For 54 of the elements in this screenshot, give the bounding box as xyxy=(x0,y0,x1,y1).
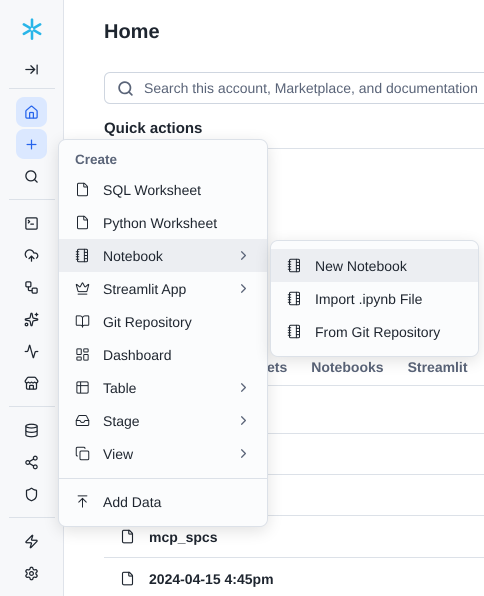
menu-item[interactable]: Dashboard xyxy=(59,338,267,371)
menu-item[interactable]: Import .ipynb File xyxy=(271,282,478,315)
home-icon xyxy=(24,104,39,120)
zap-icon xyxy=(24,534,39,548)
tab[interactable]: ets xyxy=(267,359,288,375)
table-icon xyxy=(75,380,90,395)
file-icon xyxy=(75,182,90,197)
dashboard-icon xyxy=(75,347,90,362)
flow-icon xyxy=(24,280,39,294)
file-icon xyxy=(75,215,90,230)
menu-item[interactable]: View xyxy=(59,437,267,470)
copy-icon xyxy=(75,446,90,461)
file-icon xyxy=(120,571,135,586)
search-icon xyxy=(117,80,134,96)
notebook-icon xyxy=(75,248,90,263)
notebook-icon xyxy=(287,258,302,273)
menu-item[interactable]: Streamlit App xyxy=(59,272,267,305)
share-icon xyxy=(24,454,39,470)
cloud-upload-icon xyxy=(24,248,39,262)
file-icon xyxy=(120,529,135,544)
book-icon xyxy=(75,314,90,329)
tray-icon xyxy=(75,413,90,428)
collapse-icon xyxy=(24,62,39,77)
menu-item[interactable]: Stage xyxy=(59,404,267,437)
tab[interactable]: Notebooks xyxy=(311,359,384,375)
upload-icon xyxy=(75,494,90,509)
shield-icon xyxy=(24,486,39,502)
menu-heading: Create xyxy=(74,151,118,169)
notebook-icon xyxy=(287,324,302,339)
menu-item[interactable]: Git Repository xyxy=(59,305,267,338)
menu-item[interactable]: From Git Repository xyxy=(271,315,478,348)
menu-item[interactable]: New Notebook xyxy=(271,249,478,282)
crown-icon xyxy=(75,281,90,296)
notebook-icon xyxy=(287,291,302,306)
search-icon xyxy=(24,168,39,184)
page-title: Home xyxy=(104,20,161,44)
database-icon xyxy=(24,422,39,438)
home-button[interactable] xyxy=(16,97,47,127)
sparkle-icon xyxy=(24,312,39,326)
menu-item[interactable]: SQL Worksheet xyxy=(59,173,267,206)
plus-button[interactable] xyxy=(16,129,47,159)
menu-item[interactable]: Add Data xyxy=(59,485,267,518)
settings-icon xyxy=(24,566,39,580)
row-name[interactable]: mcp_spcs xyxy=(149,528,218,544)
tab[interactable]: Streamlit xyxy=(408,359,468,375)
menu-item[interactable]: Table xyxy=(59,371,267,404)
activity-icon xyxy=(24,344,39,358)
terminal-icon xyxy=(24,216,39,230)
store-icon xyxy=(24,376,39,390)
menu-item[interactable]: Notebook xyxy=(59,239,267,272)
plus-icon xyxy=(24,136,39,152)
search-field[interactable]: Search this account, Marketplace, and documentation xyxy=(104,72,484,104)
menu-item[interactable]: Python Worksheet xyxy=(59,206,267,239)
row-name[interactable]: 2024-04-15 4:45pm xyxy=(149,570,274,586)
